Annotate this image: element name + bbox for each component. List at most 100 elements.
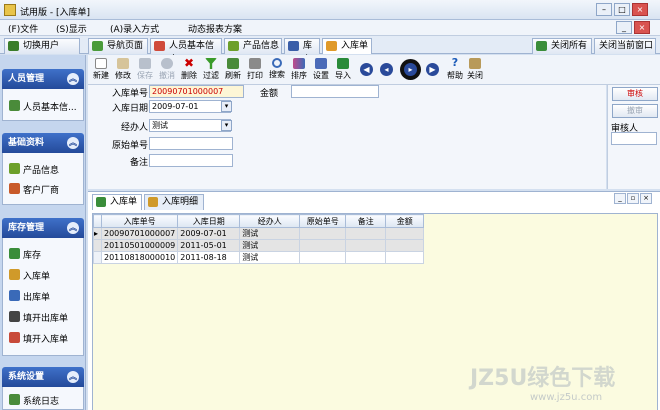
sidebar-item-fill-stock-in[interactable]: 填开入库单 xyxy=(9,332,68,345)
col-note[interactable]: 备注 xyxy=(345,214,387,228)
mdi-close-button[interactable]: × xyxy=(634,21,650,34)
new-button[interactable]: 新建 xyxy=(90,56,112,84)
collapse-icon[interactable]: ︽ xyxy=(67,222,79,234)
search-button[interactable]: 搜索 xyxy=(266,56,288,84)
sub-minimize-button[interactable]: _ xyxy=(614,193,626,204)
subtab-details[interactable]: 入库明细 xyxy=(144,194,204,210)
sort-button[interactable]: 排序 xyxy=(288,56,310,84)
watermark: JZ5U绿色下载 xyxy=(470,366,616,391)
sidebar-item-fill-stock-out[interactable]: 填开出库单 xyxy=(9,311,68,324)
table-row[interactable]: 20110818000010 2011-08-18 测试 xyxy=(93,251,425,264)
tab-label: 入库单 xyxy=(341,41,369,51)
sub-restore-button[interactable]: ▫ xyxy=(627,193,639,204)
help-button[interactable]: ? 帮助 xyxy=(444,56,466,84)
close-button[interactable]: × xyxy=(632,3,648,16)
first-record-icon[interactable]: ◀ xyxy=(360,63,373,76)
minimize-button[interactable]: – xyxy=(596,3,612,16)
sidebar-item-staff-info[interactable]: 人员基本信... xyxy=(9,100,77,113)
sort-label: 排序 xyxy=(291,71,307,80)
collapse-icon[interactable]: ︽ xyxy=(67,73,79,85)
section-inventory-header[interactable]: 库存管理 ︽ xyxy=(2,218,84,238)
record-toolbar: 新建 修改 保存 撤消 ✖ 删除 过滤 刷新 打印 搜索 排序 设置 导入 ◀ ◂… xyxy=(88,55,660,85)
col-receipt-no[interactable]: 入库单号 xyxy=(100,214,179,228)
mdi-minimize-button[interactable]: _ xyxy=(616,21,632,34)
col-orig-no[interactable]: 原始单号 xyxy=(299,214,347,228)
subtab-receipt[interactable]: 入库单 xyxy=(92,194,142,210)
cell-date: 2011-08-18 xyxy=(177,251,241,264)
inventory-icon xyxy=(9,248,20,259)
sidebar-item-label: 库存 xyxy=(23,251,42,261)
inventory-icon xyxy=(288,41,299,51)
table-row[interactable]: 20110501000009 2011-05-01 测试 xyxy=(93,239,425,252)
delete-button[interactable]: ✖ 删除 xyxy=(178,56,200,84)
details-icon xyxy=(148,197,158,207)
switch-user-button[interactable]: 切换用户 xyxy=(4,38,80,54)
cell-note xyxy=(345,227,387,240)
section-system-header[interactable]: 系统设置 ︽ xyxy=(2,367,84,387)
menu-bar: (F)文件 (S)显示 (A)录入方式 动态报表方案 _ × xyxy=(0,20,660,36)
settings-button[interactable]: 设置 xyxy=(310,56,332,84)
edit-button[interactable]: 修改 xyxy=(112,56,134,84)
tab-navigation[interactable]: 导航页面 xyxy=(88,38,148,54)
delete-icon: ✖ xyxy=(183,56,195,70)
orig-no-field[interactable] xyxy=(149,137,233,150)
section-basic-data-header[interactable]: 基础资料 ︽ xyxy=(2,133,84,153)
print-button[interactable]: 打印 xyxy=(244,56,266,84)
menu-file[interactable]: (F)文件 xyxy=(8,22,38,35)
sub-close-button[interactable]: × xyxy=(640,193,652,204)
refresh-label: 刷新 xyxy=(225,71,241,80)
tab-product-info[interactable]: 产品信息 xyxy=(224,38,282,54)
cell-orig-no xyxy=(299,239,347,252)
close-toolbar-button[interactable]: 关闭 xyxy=(464,56,486,84)
help-icon: ? xyxy=(451,56,459,69)
approver-field[interactable] xyxy=(611,132,657,145)
sidebar-item-product-info[interactable]: 产品信息 xyxy=(9,163,59,176)
cell-note xyxy=(345,251,387,264)
unapprove-button[interactable]: 撤审 xyxy=(612,104,658,118)
menu-dynamic-report[interactable]: 动态报表方案 xyxy=(188,22,242,35)
title-bar: 试用版 - [入库单] – □ × xyxy=(0,0,660,20)
filter-button[interactable]: 过滤 xyxy=(200,56,222,84)
row-indicator-header xyxy=(93,214,102,228)
sidebar-item-system-log[interactable]: 系统日志 xyxy=(9,394,59,407)
tab-inventory[interactable]: 库存 xyxy=(284,38,320,65)
tab-staff-info[interactable]: 人员基本信息 xyxy=(150,38,222,65)
collapse-icon[interactable]: ︽ xyxy=(67,371,79,383)
sidebar-item-customers[interactable]: 客户厂商 xyxy=(9,183,59,196)
staff-info-icon xyxy=(9,100,20,111)
collapse-icon[interactable]: ︽ xyxy=(67,137,79,149)
sidebar-item-stock-out[interactable]: 出库单 xyxy=(9,290,50,303)
filter-icon xyxy=(205,58,217,69)
save-button[interactable]: 保存 xyxy=(134,56,156,84)
menu-display[interactable]: (S)显示 xyxy=(56,22,87,35)
col-amount[interactable]: 金额 xyxy=(385,214,425,228)
section-staff-header[interactable]: 人员管理 ︽ xyxy=(2,69,84,89)
note-field[interactable] xyxy=(149,154,233,167)
handler-field[interactable]: 测试 xyxy=(149,119,231,132)
approve-button[interactable]: 审核 xyxy=(612,87,658,101)
system-log-icon xyxy=(9,394,20,405)
next-record-icon[interactable]: ▸ xyxy=(404,63,417,76)
maximize-button[interactable]: □ xyxy=(614,3,630,16)
import-button[interactable]: 导入 xyxy=(332,56,354,84)
close-current-button[interactable]: 关闭当前窗口 xyxy=(594,38,656,54)
tab-stock-in[interactable]: 入库单 xyxy=(322,38,372,54)
close-all-button[interactable]: 关闭所有 xyxy=(532,38,592,54)
date-picker-icon[interactable]: ▾ xyxy=(221,101,232,112)
col-handler[interactable]: 经办人 xyxy=(239,214,301,228)
menu-entry-mode[interactable]: (A)录入方式 xyxy=(110,22,159,35)
date-field[interactable]: 2009-07-01 xyxy=(149,100,231,113)
last-record-icon[interactable]: ▶ xyxy=(426,63,439,76)
document-tab-bar: 切换用户 导航页面 人员基本信息 产品信息 库存 入库单 关闭所有 关闭当前窗口 xyxy=(0,36,660,65)
section-inventory-body: 库存 入库单 出库单 填开出库单 填开入库单 xyxy=(2,238,84,356)
sidebar-item-inventory[interactable]: 库存 xyxy=(9,248,41,261)
col-date[interactable]: 入库日期 xyxy=(177,214,241,228)
refresh-button[interactable]: 刷新 xyxy=(222,56,244,84)
prev-record-icon[interactable]: ◂ xyxy=(380,63,393,76)
receipt-form: 入库单号 20090701000007 金额 入库日期 2009-07-01 ▾… xyxy=(88,85,606,189)
table-row[interactable]: ▸ 20090701000007 2009-07-01 测试 xyxy=(93,227,425,240)
sidebar-item-stock-in[interactable]: 入库单 xyxy=(9,269,50,282)
handler-picker-icon[interactable]: ▾ xyxy=(221,120,232,131)
cancel-button[interactable]: 撤消 xyxy=(156,56,178,84)
amount-field[interactable] xyxy=(291,85,379,98)
